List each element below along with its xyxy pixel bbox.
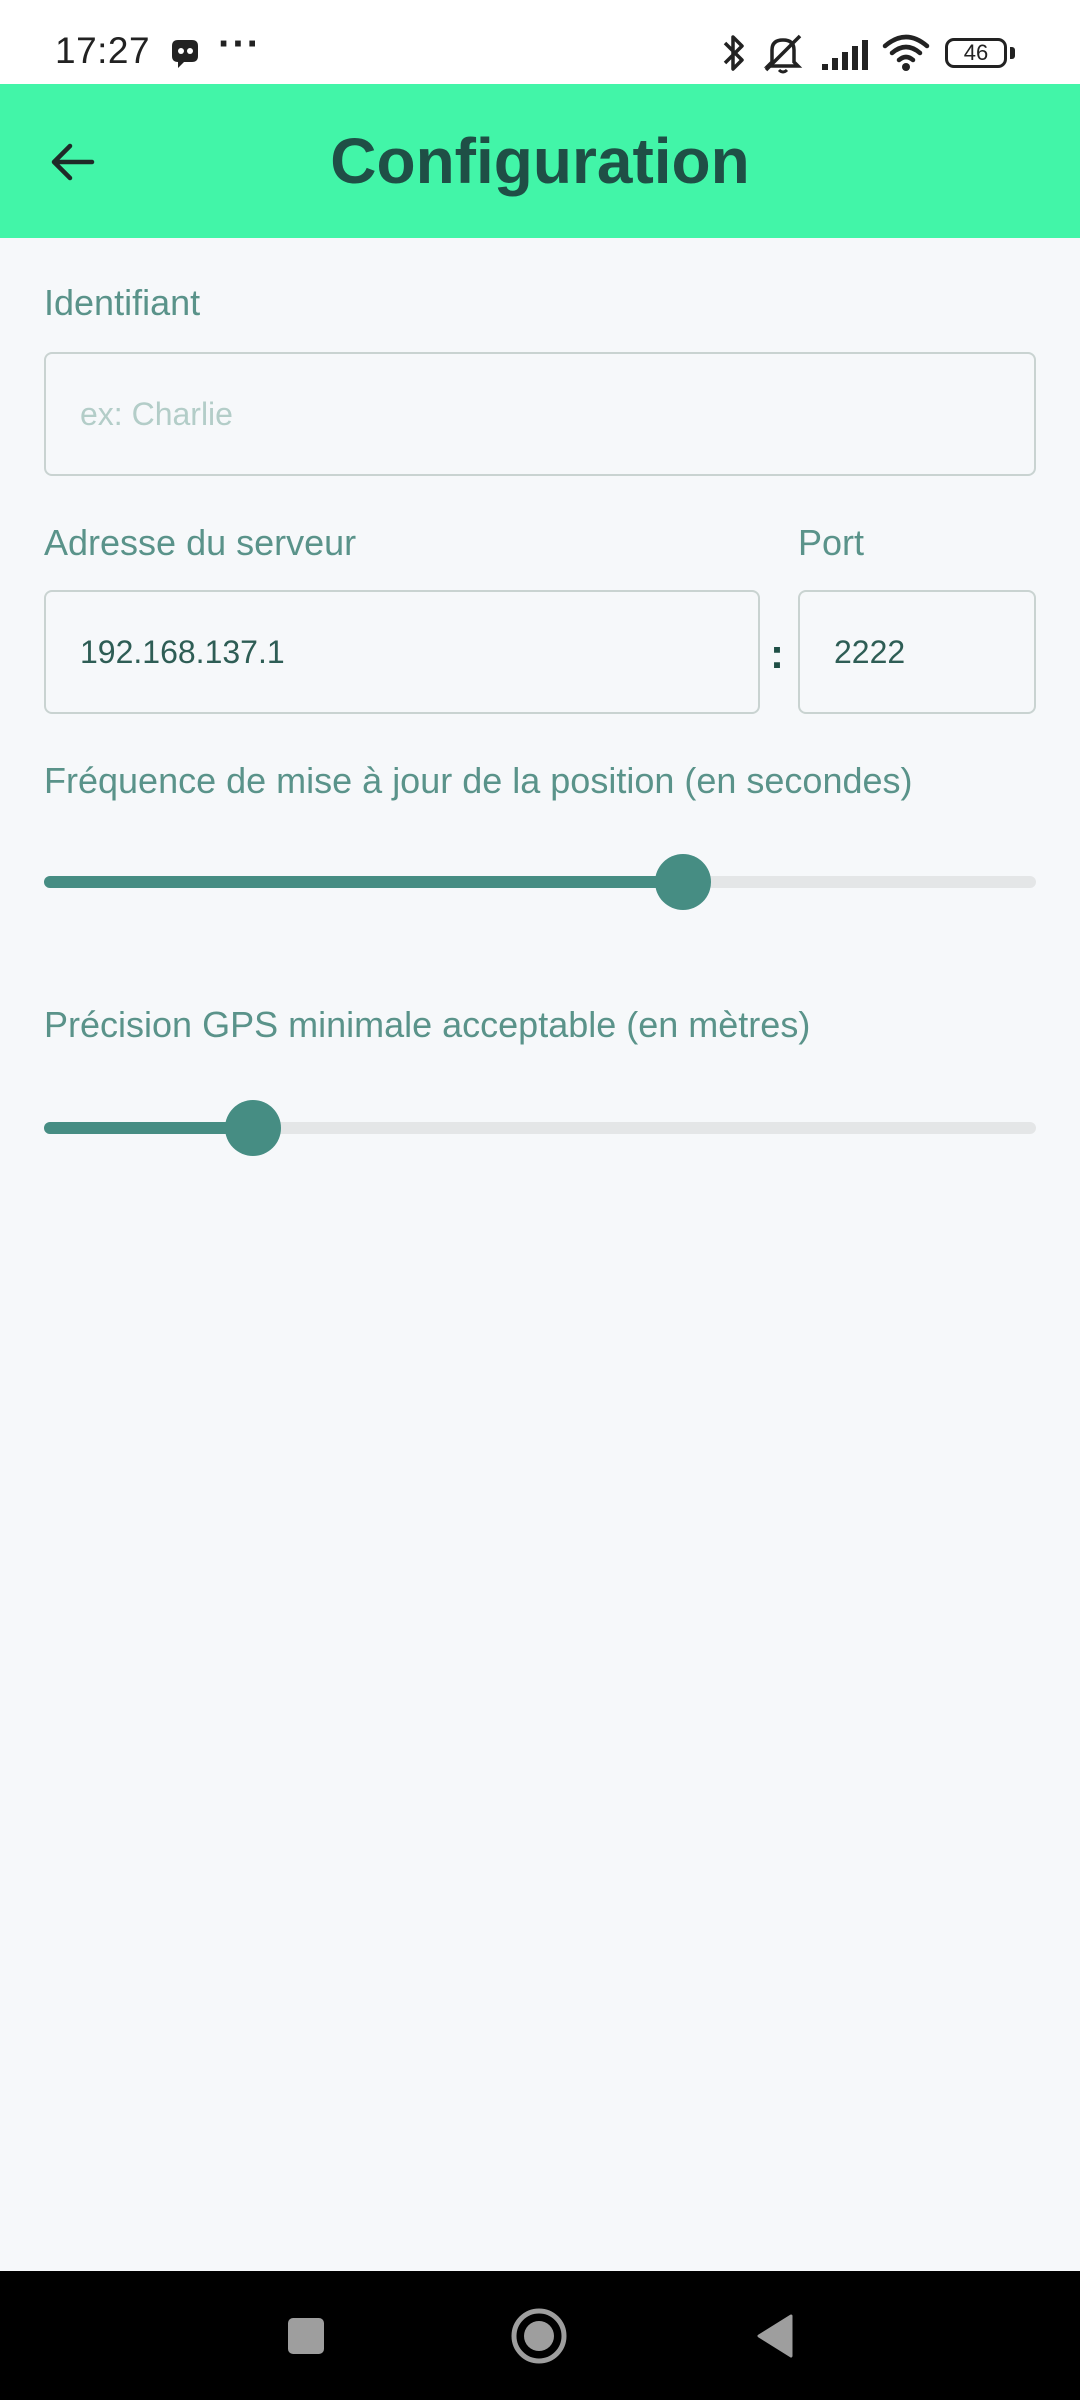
address-port-separator: : — [770, 630, 784, 677]
back-nav-button[interactable] — [714, 2271, 834, 2400]
precision-label: Précision GPS minimale acceptable (en mè… — [44, 1004, 811, 1045]
battery-tip — [1010, 47, 1015, 59]
recents-button[interactable] — [246, 2271, 366, 2400]
back-triangle-icon — [757, 2314, 793, 2357]
status-more-dots: ··· — [218, 22, 261, 66]
identifiant-field-box — [44, 352, 1036, 476]
app-notification-icon — [172, 40, 198, 68]
status-bar: 17:27 ··· 46 — [0, 0, 1080, 84]
server-address-field-box — [44, 590, 760, 714]
home-button[interactable] — [479, 2271, 599, 2400]
recents-square-icon — [288, 2317, 324, 2354]
status-time: 17:27 — [55, 30, 151, 71]
page-title: Configuration — [330, 125, 750, 197]
port-field-box — [798, 590, 1036, 714]
frequency-label: Fréquence de mise à jour de la position … — [44, 760, 913, 801]
signal-icon — [822, 40, 868, 70]
app-bar: Configuration — [0, 84, 1080, 238]
precision-slider-thumb[interactable] — [225, 1100, 282, 1156]
silent-icon — [763, 34, 803, 74]
battery-icon: 46 — [945, 38, 1007, 68]
precision-slider[interactable] — [44, 1098, 1036, 1158]
identifiant-label: Identifiant — [44, 282, 201, 323]
wifi-icon — [882, 34, 930, 71]
identifiant-input[interactable] — [46, 354, 1034, 474]
home-circle-icon — [511, 2308, 567, 2363]
navigation-bar — [0, 2271, 1080, 2400]
frequency-slider-fill — [44, 876, 683, 888]
server-address-input[interactable] — [46, 592, 758, 712]
battery-level: 46 — [963, 40, 989, 65]
server-address-label: Adresse du serveur — [44, 522, 357, 563]
port-label: Port — [798, 522, 865, 563]
port-input[interactable] — [800, 592, 1034, 712]
precision-slider-fill — [44, 1122, 254, 1134]
frequency-slider[interactable] — [44, 852, 1036, 912]
frequency-slider-thumb[interactable] — [654, 854, 711, 910]
bluetooth-icon — [723, 35, 744, 71]
